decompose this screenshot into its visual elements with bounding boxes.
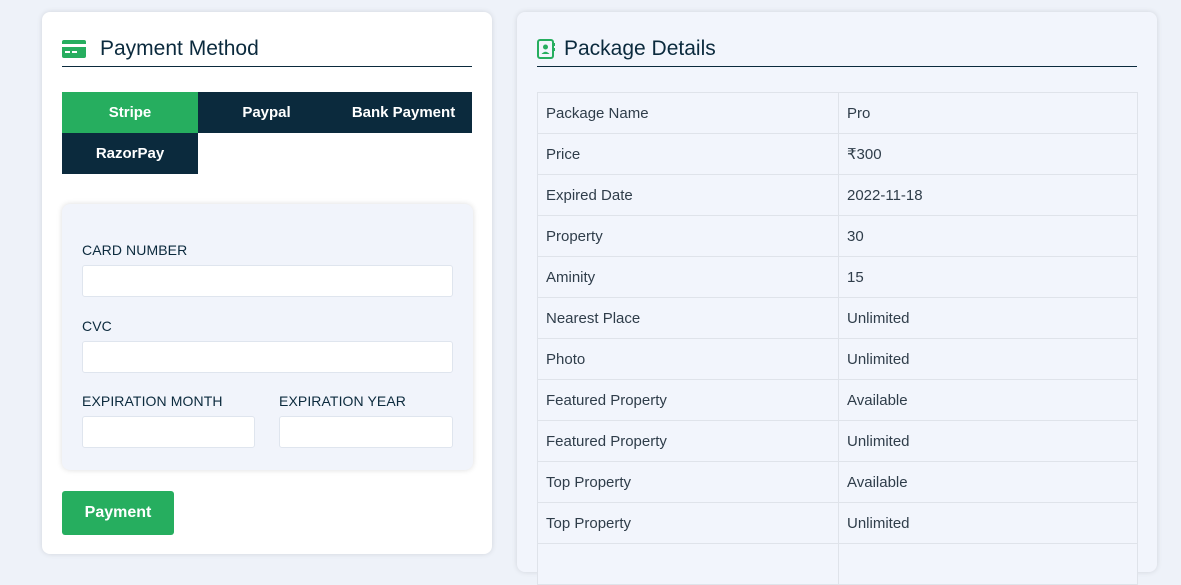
card-number-input[interactable] [82, 265, 453, 297]
row-key: Top Property [537, 461, 839, 503]
row-value: Pro [838, 92, 1138, 134]
table-row: Price ₹300 [537, 133, 1138, 175]
tab-razorpay[interactable]: RazorPay [62, 133, 198, 174]
table-row: Aminity 15 [537, 256, 1138, 298]
table-row [537, 543, 1138, 585]
row-key: Expired Date [537, 174, 839, 216]
package-table: Package Name Pro Price ₹300 Expired Date 20… [537, 92, 1138, 585]
row-value: Unlimited [838, 420, 1138, 462]
contact-book-icon [537, 38, 555, 59]
payment-button[interactable]: Payment [62, 491, 174, 535]
row-value: Available [838, 461, 1138, 503]
payment-method-header: Payment Method [62, 31, 472, 67]
row-key: Featured Property [537, 420, 839, 462]
package-details-card: Package Details Package Name Pro Price ₹30… [517, 12, 1157, 585]
package-details-title: Package Details [564, 36, 716, 60]
table-row: Nearest Place Unlimited [537, 297, 1138, 339]
row-value: Available [838, 379, 1138, 421]
row-key: Featured Property [537, 379, 839, 421]
row-value: Unlimited [838, 297, 1138, 339]
row-value: ₹300 [838, 133, 1138, 175]
cvc-input[interactable] [82, 341, 453, 373]
row-key: Top Property [537, 502, 839, 544]
payment-method-title: Payment Method [100, 36, 259, 60]
row-key: Price [537, 133, 839, 175]
row-value: 30 [838, 215, 1138, 257]
table-row: Package Name Pro [537, 92, 1138, 134]
package-details-header: Package Details [537, 31, 1137, 67]
table-row: Expired Date 2022-11-18 [537, 174, 1138, 216]
table-row: Featured Property Unlimited [537, 420, 1138, 462]
table-row: Top Property Available [537, 461, 1138, 503]
table-row: Featured Property Available [537, 379, 1138, 421]
row-value [838, 543, 1138, 585]
row-key: Property [537, 215, 839, 257]
credit-card-icon [62, 39, 86, 58]
row-key: Aminity [537, 256, 839, 298]
tab-bank-payment[interactable]: Bank Payment [335, 92, 472, 133]
row-key: Package Name [537, 92, 839, 134]
row-value: Unlimited [838, 502, 1138, 544]
row-key: Nearest Place [537, 297, 839, 339]
table-row: Top Property Unlimited [537, 502, 1138, 544]
cvc-label: CVC [82, 318, 112, 334]
card-number-label: CARD NUMBER [82, 242, 188, 258]
table-row: Photo Unlimited [537, 338, 1138, 380]
payment-method-card: Payment Method Stripe Paypal Bank Paymen… [42, 12, 492, 554]
row-key: Photo [537, 338, 839, 380]
row-value: Unlimited [838, 338, 1138, 380]
expiration-month-label: EXPIRATION MONTH [82, 393, 223, 409]
tab-paypal[interactable]: Paypal [198, 92, 335, 133]
stripe-form: CARD NUMBER CVC EXPIRATION MONTH EXPIRAT… [62, 204, 473, 470]
table-row: Property 30 [537, 215, 1138, 257]
row-value: 2022-11-18 [838, 174, 1138, 216]
expiration-month-input[interactable] [82, 416, 255, 448]
expiration-year-label: EXPIRATION YEAR [279, 393, 407, 409]
expiration-year-input[interactable] [279, 416, 453, 448]
row-value: 15 [838, 256, 1138, 298]
row-key [537, 543, 839, 585]
tab-stripe[interactable]: Stripe [62, 92, 198, 133]
